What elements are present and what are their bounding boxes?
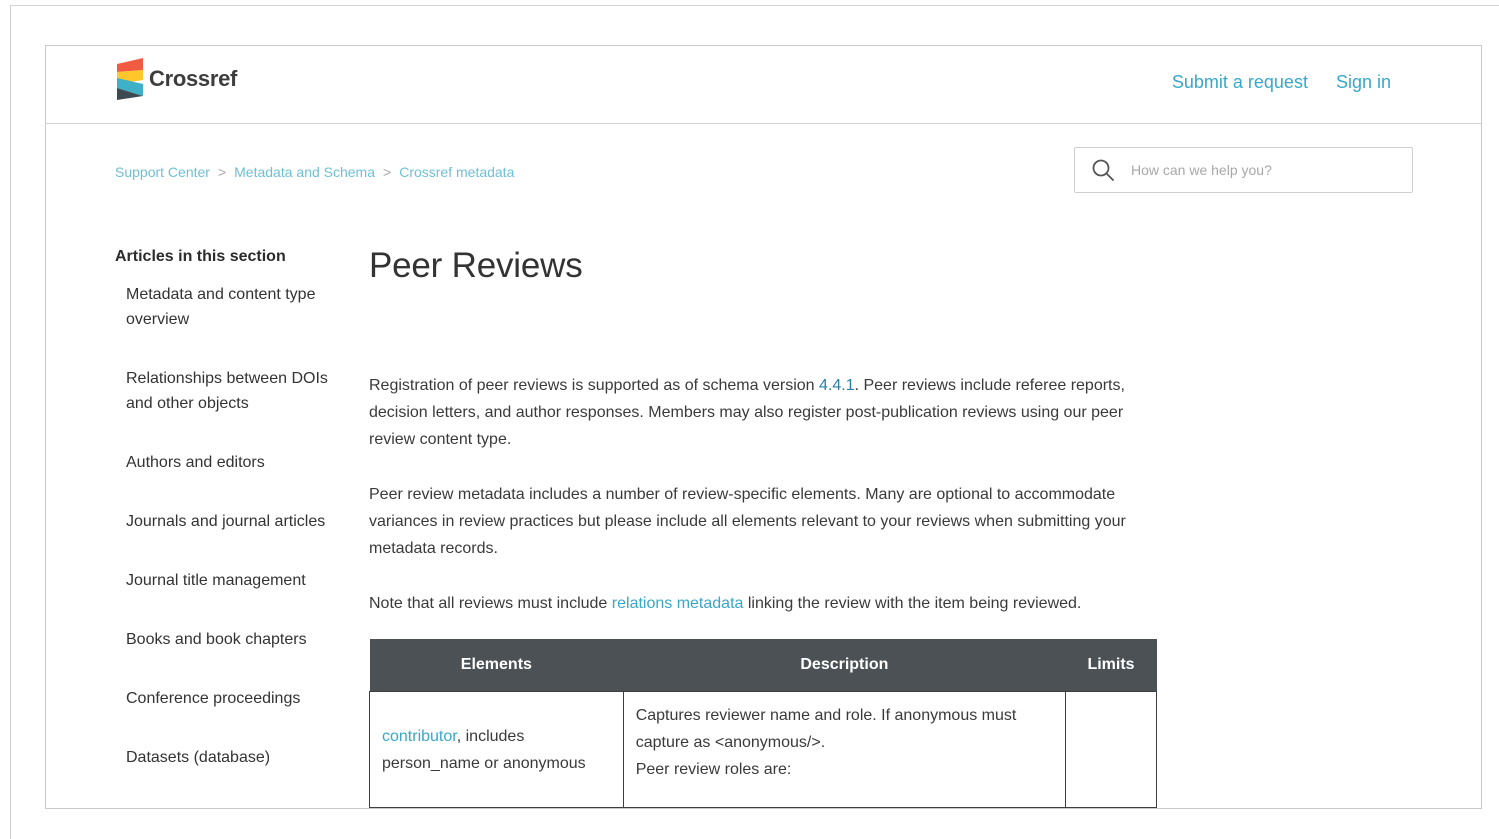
element-cell: contributor, includes person_name or ano… bbox=[369, 691, 624, 808]
search-icon[interactable] bbox=[1091, 158, 1115, 182]
page-title: Peer Reviews bbox=[369, 246, 583, 285]
window-frame-top bbox=[10, 5, 1499, 6]
note-text: Note that all reviews must include bbox=[369, 595, 612, 612]
intro-text: Registration of peer reviews is supporte… bbox=[369, 377, 819, 394]
description-cell: Captures reviewer name and role. If anon… bbox=[622, 691, 1067, 808]
sidebar-item-authors-editors[interactable]: Authors and editors bbox=[126, 450, 335, 475]
breadcrumb-separator: > bbox=[383, 164, 392, 180]
table-header-row: Elements Description Limits bbox=[369, 639, 1157, 692]
contributor-link[interactable]: contributor bbox=[382, 728, 457, 745]
sidebar-item-journal-title-management[interactable]: Journal title management bbox=[126, 568, 335, 593]
breadcrumb-item-crossref-metadata[interactable]: Crossref metadata bbox=[399, 164, 514, 180]
sidebar-item-journals[interactable]: Journals and journal articles bbox=[126, 509, 335, 534]
article: Peer Reviews Registration of peer review… bbox=[369, 246, 1159, 808]
elements-table: Elements Description Limits contributor,… bbox=[369, 639, 1157, 808]
description-line: Captures reviewer name and role. If anon… bbox=[635, 707, 1017, 751]
top-nav: Submit a request Sign in bbox=[1172, 72, 1391, 93]
sidebar-item-datasets[interactable]: Datasets (database) bbox=[126, 745, 335, 770]
site-header: Crossref Submit a request Sign in bbox=[46, 46, 1481, 124]
search-box[interactable] bbox=[1074, 147, 1413, 193]
search-input[interactable] bbox=[1129, 161, 1393, 179]
intro-paragraph: Registration of peer reviews is supporte… bbox=[369, 372, 1159, 453]
sign-in-link[interactable]: Sign in bbox=[1336, 72, 1391, 93]
crossref-logo-icon bbox=[117, 58, 143, 100]
brand-logo[interactable]: Crossref bbox=[115, 58, 237, 100]
relations-metadata-link[interactable]: relations metadata bbox=[612, 595, 744, 612]
page: Crossref Submit a request Sign in Suppor… bbox=[45, 45, 1482, 809]
sidebar-list: Metadata and content type overview Relat… bbox=[115, 282, 335, 770]
table-row: contributor, includes person_name or ano… bbox=[369, 691, 1157, 808]
breadcrumb-item-support-center[interactable]: Support Center bbox=[115, 164, 210, 180]
window-frame-edge bbox=[10, 5, 11, 839]
section-sidebar: Articles in this section Metadata and co… bbox=[115, 248, 335, 804]
breadcrumb: Support Center > Metadata and Schema > C… bbox=[115, 164, 514, 180]
note-paragraph: Note that all reviews must include relat… bbox=[369, 590, 1159, 617]
description-line: Peer review roles are: bbox=[635, 761, 792, 778]
column-header-limits: Limits bbox=[1065, 639, 1157, 692]
limits-cell bbox=[1065, 691, 1157, 808]
sidebar-item-conference-proceedings[interactable]: Conference proceedings bbox=[126, 686, 335, 711]
sidebar-item-metadata-overview[interactable]: Metadata and content type overview bbox=[126, 282, 335, 332]
breadcrumb-separator: > bbox=[217, 164, 227, 180]
sidebar-item-books[interactable]: Books and book chapters bbox=[126, 627, 335, 652]
breadcrumb-item-metadata-schema[interactable]: Metadata and Schema bbox=[234, 164, 375, 180]
column-header-elements: Elements bbox=[369, 639, 624, 692]
brand-name: Crossref bbox=[149, 66, 238, 91]
submit-request-link[interactable]: Submit a request bbox=[1172, 72, 1308, 93]
metadata-paragraph: Peer review metadata includes a number o… bbox=[369, 486, 1126, 557]
sidebar-item-relationships[interactable]: Relationships between DOIs and other obj… bbox=[126, 366, 335, 416]
note-text-rest: linking the review with the item being r… bbox=[743, 595, 1082, 612]
sidebar-title: Articles in this section bbox=[115, 248, 286, 265]
schema-version-link[interactable]: 4.4.1 bbox=[819, 377, 855, 394]
column-header-description: Description bbox=[623, 639, 1066, 692]
